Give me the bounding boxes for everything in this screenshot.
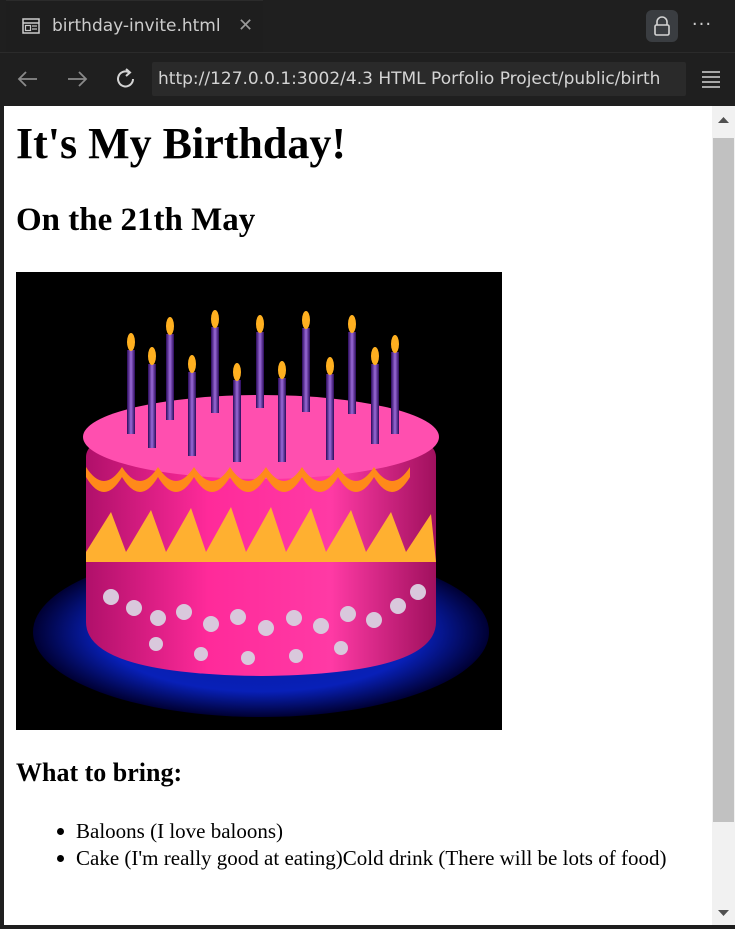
bring-list: Baloons (I love baloons) Cake (I'm reall… xyxy=(57,818,706,872)
arrow-right-icon[interactable] xyxy=(63,65,91,93)
tab-birthday-invite[interactable]: birthday-invite.html ✕ xyxy=(6,0,263,52)
scrollbar-thumb[interactable] xyxy=(713,138,734,822)
birthday-cake-image xyxy=(16,272,502,730)
navigation-bar: http://127.0.0.1:3002/4.3 HTML Porfolio … xyxy=(0,52,735,106)
url-text: http://127.0.0.1:3002/4.3 HTML Porfolio … xyxy=(158,69,661,89)
date-heading: On the 21th May xyxy=(16,202,256,238)
more-actions-button[interactable]: ··· xyxy=(690,10,714,42)
lock-icon xyxy=(654,16,670,36)
vertical-scrollbar[interactable] xyxy=(712,106,735,925)
scroll-up-arrow-icon[interactable] xyxy=(712,106,735,134)
url-input[interactable]: http://127.0.0.1:3002/4.3 HTML Porfolio … xyxy=(152,62,686,96)
tab-title: birthday-invite.html xyxy=(52,16,221,36)
page-viewport: It's My Birthday! On the 21th May What t… xyxy=(4,106,735,925)
close-icon[interactable]: ✕ xyxy=(238,15,253,37)
hamburger-menu-icon[interactable] xyxy=(700,69,722,89)
scroll-down-arrow-icon[interactable] xyxy=(712,904,735,925)
page-title: It's My Birthday! xyxy=(16,119,346,168)
what-to-bring-heading: What to bring: xyxy=(16,758,183,787)
page-preview-icon xyxy=(22,17,40,35)
tab-bar: birthday-invite.html ✕ ··· xyxy=(0,0,735,52)
reload-icon[interactable] xyxy=(112,65,140,93)
list-item: Cake (I'm really good at eating)Cold dri… xyxy=(57,845,706,872)
arrow-left-icon[interactable] xyxy=(14,65,42,93)
lock-button[interactable] xyxy=(646,10,678,42)
list-item: Baloons (I love baloons) xyxy=(57,818,706,845)
